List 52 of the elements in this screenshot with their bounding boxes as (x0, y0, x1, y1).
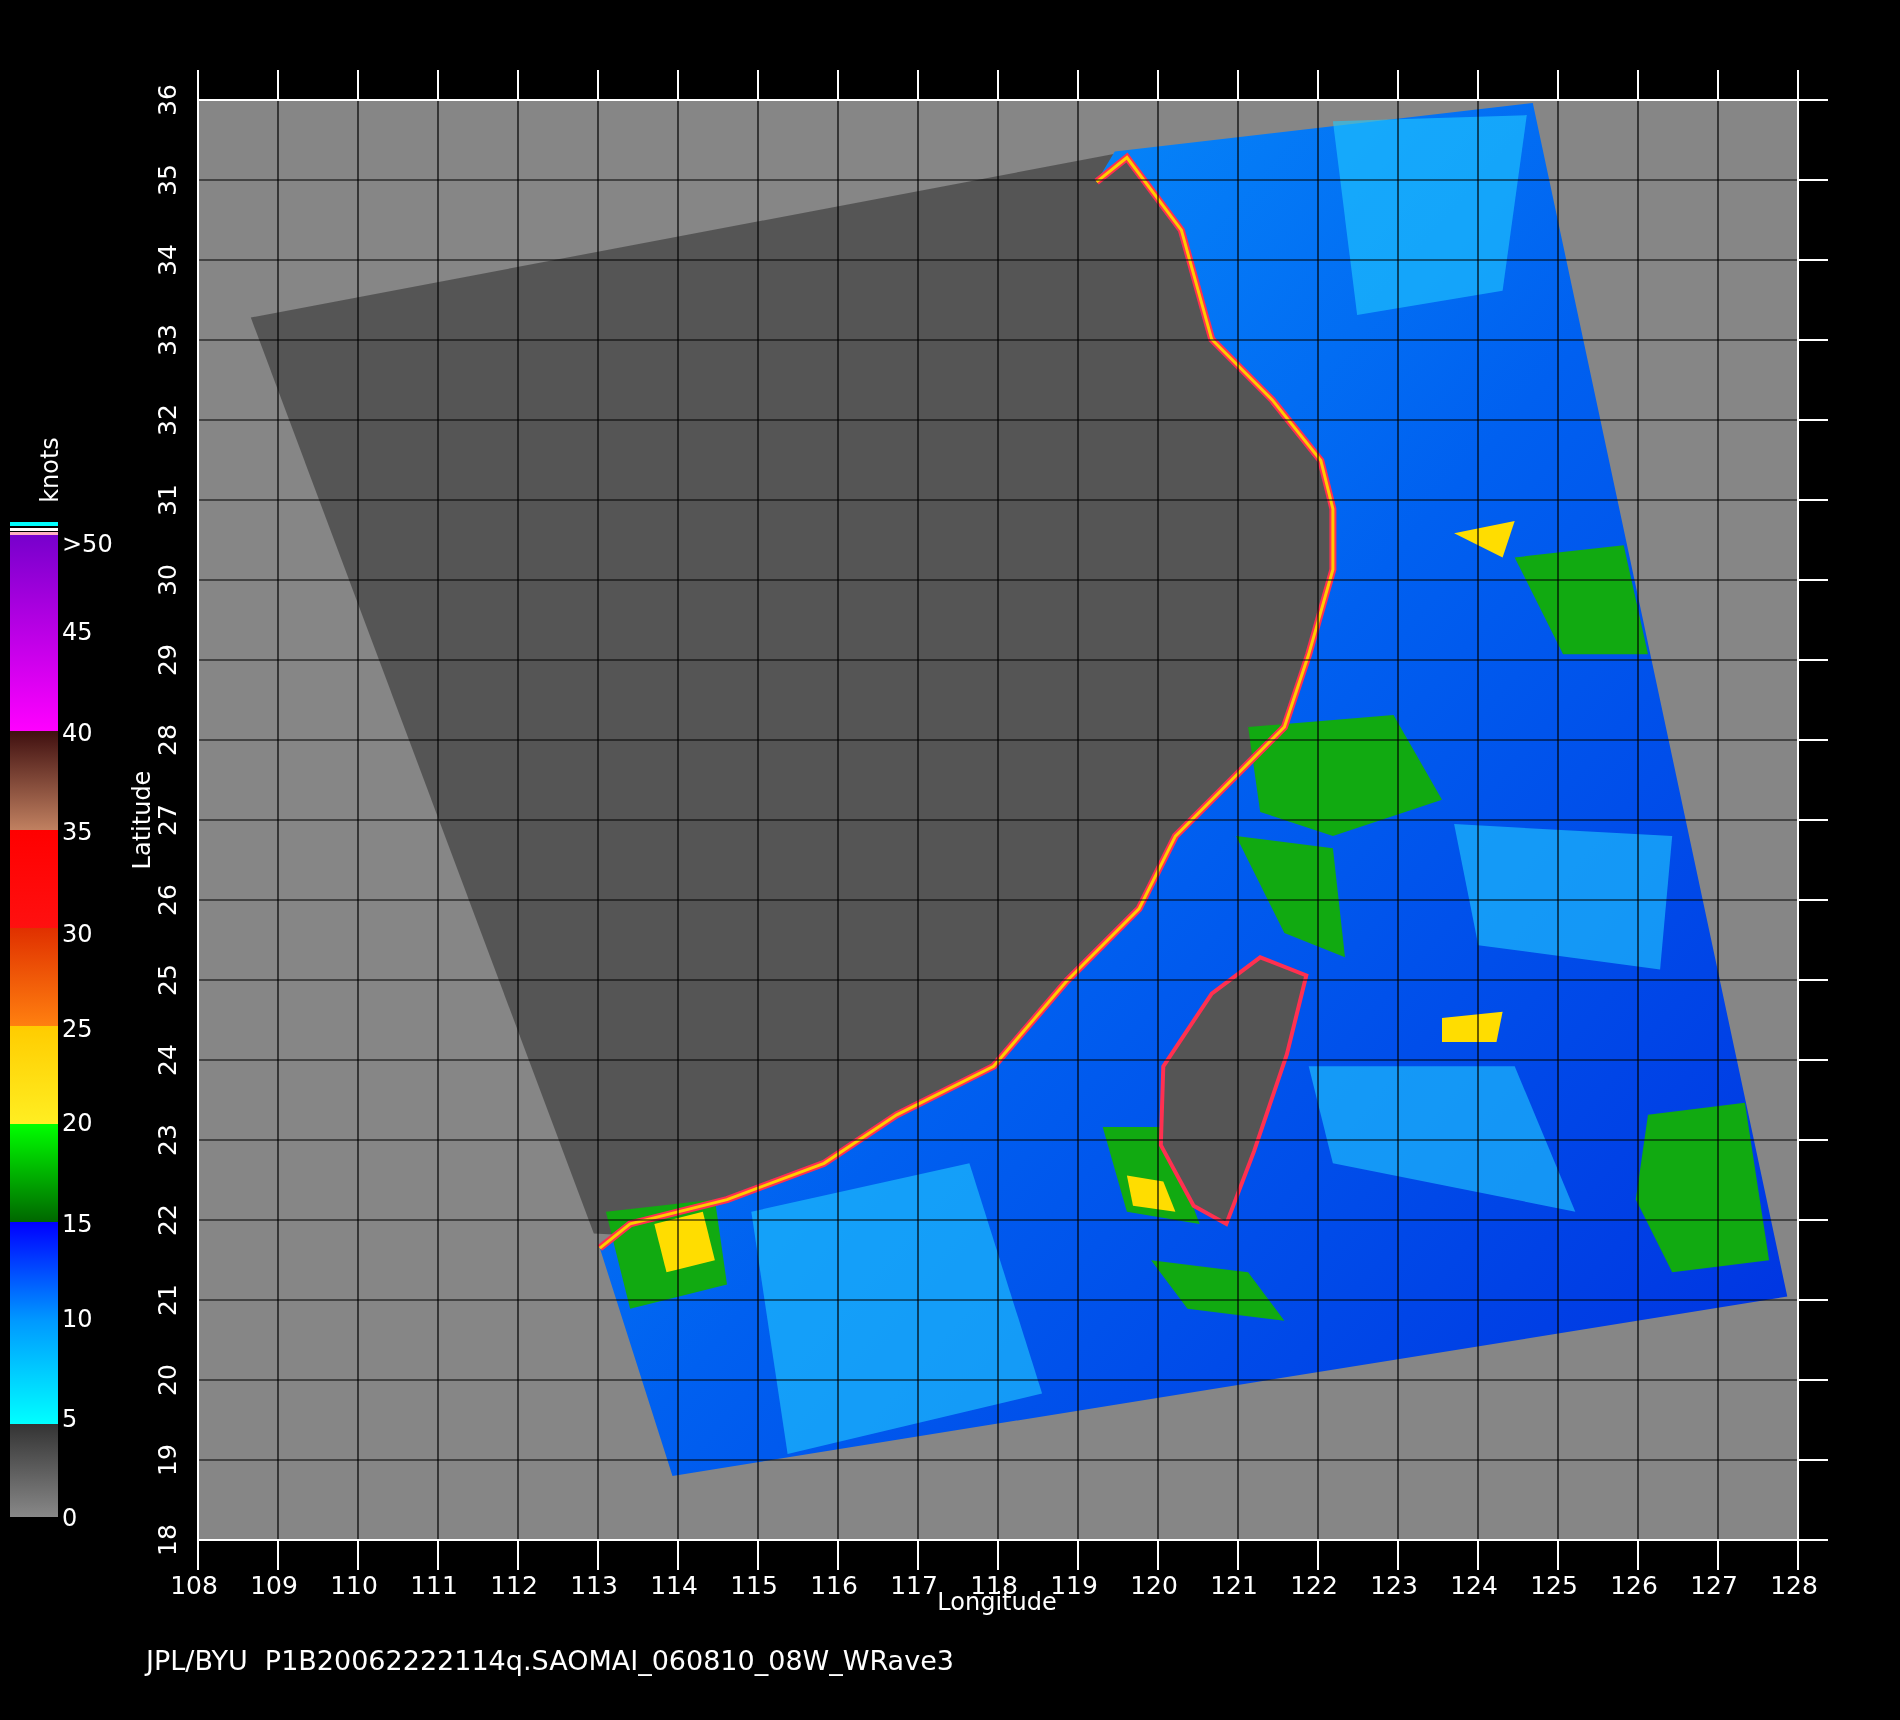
latitude-tick-label: 20 (153, 1364, 182, 1396)
latitude-tick-label: 22 (153, 1204, 182, 1236)
colorbar-unit: knots (36, 437, 64, 503)
longitude-tick-label: 117 (890, 1571, 938, 1600)
colorbar-label: 45 (62, 618, 93, 646)
colorbar-label: 10 (62, 1305, 93, 1333)
latitude-tick-label: 29 (153, 644, 182, 676)
latitude-tick-label: 32 (153, 404, 182, 436)
colorbar-label: >50 (62, 530, 113, 558)
colorbar-label: 0 (62, 1504, 78, 1532)
latitude-tick-label: 28 (153, 724, 182, 756)
longitude-tick-label: 115 (730, 1571, 778, 1600)
longitude-tick-label: 116 (810, 1571, 858, 1600)
footer-caption: JPL/BYU P1B20062222114q.SAOMAI_060810_08W_WRave3 (146, 1645, 954, 1676)
latitude-tick-label: 25 (153, 964, 182, 996)
longitude-tick-label: 109 (250, 1571, 298, 1600)
latitude-tick-label: 35 (153, 164, 182, 196)
longitude-tick-label: 123 (1370, 1571, 1418, 1600)
latitude-tick-label: 23 (153, 1124, 182, 1156)
latitude-tick-label: 27 (153, 804, 182, 836)
colorbar-label: 25 (62, 1015, 93, 1043)
longitude-tick-label: 110 (330, 1571, 378, 1600)
latitude-tick-label: 34 (153, 244, 182, 276)
colorbar-label: 15 (62, 1210, 93, 1238)
latitude-tick-label: 18 (153, 1524, 182, 1556)
longitude-tick-label: 120 (1130, 1571, 1178, 1600)
longitude-tick-label: 113 (570, 1571, 618, 1600)
latitude-tick-label: 21 (153, 1284, 182, 1316)
longitude-tick-label: 114 (650, 1571, 698, 1600)
colorbar-label: 35 (62, 818, 93, 846)
longitude-tick-label: 121 (1210, 1571, 1258, 1600)
colorbar-label: 40 (62, 719, 93, 747)
colorbar-label: 5 (62, 1405, 78, 1433)
longitude-tick-label: 125 (1530, 1571, 1578, 1600)
latitude-tick-label: 36 (153, 84, 182, 116)
longitude-tick-label: 112 (490, 1571, 538, 1600)
y-axis-label: Latitude (128, 770, 156, 870)
longitude-tick-label: 126 (1610, 1571, 1658, 1600)
colorbar-label: 20 (62, 1109, 93, 1137)
latitude-tick-label: 30 (153, 564, 182, 596)
longitude-tick-label: 127 (1690, 1571, 1738, 1600)
latitude-tick-label: 19 (153, 1444, 182, 1476)
longitude-tick-label: 128 (1770, 1571, 1818, 1600)
latitude-tick-label: 33 (153, 324, 182, 356)
longitude-tick-label: 111 (410, 1571, 458, 1600)
latitude-tick-label: 26 (153, 884, 182, 916)
colorbar-label: 30 (62, 920, 93, 948)
longitude-tick-label: 108 (170, 1571, 218, 1600)
longitude-tick-label: 124 (1450, 1571, 1498, 1600)
latitude-tick-label: 24 (153, 1044, 182, 1076)
latitude-tick-label: 31 (153, 484, 182, 516)
longitude-tick-label: 122 (1290, 1571, 1338, 1600)
